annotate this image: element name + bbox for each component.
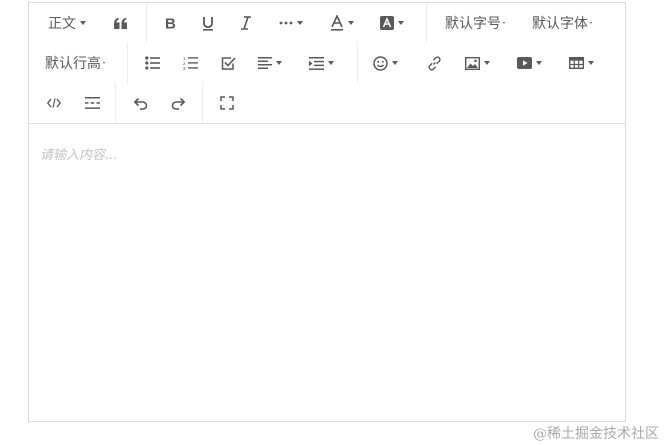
bold-icon: B bbox=[165, 16, 176, 30]
underline-button[interactable] bbox=[191, 3, 225, 43]
background-color-icon bbox=[380, 16, 394, 30]
insert-table-button[interactable] bbox=[561, 43, 601, 83]
editor-placeholder: 请输入内容... bbox=[40, 148, 118, 163]
checkbox-icon bbox=[221, 56, 236, 70]
editor-toolbar: 正文 B 默认字号 默认字体 默认行高 1 2 3 bbox=[29, 3, 625, 124]
fullscreen-button[interactable] bbox=[210, 83, 244, 123]
chevron-down-icon bbox=[587, 61, 594, 65]
numbered-list-icon: 1 2 3 bbox=[183, 56, 198, 70]
svg-text:B: B bbox=[165, 16, 176, 30]
chevron-down-icon bbox=[80, 21, 86, 25]
underline-icon bbox=[203, 16, 213, 31]
divider-button[interactable] bbox=[75, 83, 109, 123]
undo-icon bbox=[133, 97, 147, 110]
undo-button[interactable] bbox=[123, 83, 157, 123]
image-icon bbox=[464, 56, 480, 70]
toolbar-divider bbox=[115, 83, 116, 123]
horizontal-rule-icon bbox=[84, 97, 100, 109]
background-color-button[interactable] bbox=[372, 3, 412, 43]
toolbar-row-3 bbox=[29, 83, 625, 123]
insert-image-button[interactable] bbox=[457, 43, 497, 83]
line-height-label: 默认行高 bbox=[45, 56, 101, 72]
italic-button[interactable] bbox=[229, 3, 263, 43]
indent-icon bbox=[308, 56, 324, 70]
chevron-down-icon bbox=[483, 61, 490, 65]
more-icon bbox=[279, 21, 293, 25]
chevron-down-icon bbox=[590, 22, 592, 24]
page: 正文 B 默认字号 默认字体 默认行高 1 2 3 请输入内容... @稀土掘金… bbox=[0, 0, 665, 446]
indent-button[interactable] bbox=[301, 43, 341, 83]
align-left-icon bbox=[258, 57, 272, 69]
font-size-select[interactable]: 默认字号 bbox=[439, 3, 511, 43]
code-block-button[interactable] bbox=[37, 83, 71, 123]
font-size-label: 默认字号 bbox=[445, 16, 501, 32]
toolbar-divider bbox=[202, 83, 203, 123]
fullscreen-icon bbox=[220, 96, 234, 110]
toolbar-row-2: 默认行高 1 2 3 bbox=[29, 43, 625, 83]
numbered-list-button[interactable]: 1 2 3 bbox=[173, 43, 207, 83]
insert-video-button[interactable] bbox=[509, 43, 549, 83]
toolbar-divider bbox=[426, 3, 427, 43]
code-icon bbox=[47, 98, 61, 108]
redo-button[interactable] bbox=[161, 83, 195, 123]
chevron-down-icon bbox=[391, 61, 398, 65]
emoji-icon bbox=[372, 55, 388, 71]
font-color-icon bbox=[331, 15, 343, 31]
chevron-down-icon bbox=[276, 61, 282, 65]
chevron-down-icon bbox=[327, 61, 334, 65]
insert-link-button[interactable] bbox=[417, 43, 451, 83]
watermark: @稀土掘金技术社区 bbox=[533, 426, 659, 442]
font-family-select[interactable]: 默认字体 bbox=[526, 3, 598, 43]
blockquote-icon bbox=[113, 17, 127, 29]
heading-select-label: 正文 bbox=[48, 16, 76, 32]
chevron-down-icon bbox=[348, 21, 354, 25]
todo-list-button[interactable] bbox=[211, 43, 245, 83]
more-styles-button[interactable] bbox=[270, 3, 312, 43]
link-icon bbox=[427, 55, 441, 71]
redo-icon bbox=[171, 97, 185, 110]
bulleted-list-icon bbox=[144, 56, 160, 70]
chevron-down-icon bbox=[297, 21, 303, 25]
font-family-label: 默认字体 bbox=[532, 16, 588, 32]
font-color-button[interactable] bbox=[323, 3, 361, 43]
toolbar-divider bbox=[146, 3, 147, 43]
rich-text-editor: 正文 B 默认字号 默认字体 默认行高 1 2 3 请输入内容... bbox=[28, 2, 626, 422]
svg-text:3: 3 bbox=[183, 66, 186, 70]
italic-icon bbox=[241, 16, 251, 30]
video-icon bbox=[516, 57, 532, 69]
chevron-down-icon bbox=[535, 61, 542, 65]
chevron-down-icon bbox=[103, 62, 105, 64]
table-icon bbox=[568, 57, 584, 69]
bulleted-list-button[interactable] bbox=[135, 43, 169, 83]
toolbar-divider bbox=[357, 43, 358, 83]
justify-button[interactable] bbox=[251, 43, 289, 83]
bold-button[interactable]: B bbox=[153, 3, 187, 43]
editor-content-area[interactable]: 请输入内容... bbox=[29, 124, 625, 421]
toolbar-divider bbox=[127, 43, 128, 83]
toolbar-row-1: 正文 B 默认字号 默认字体 bbox=[29, 3, 625, 43]
emoji-button[interactable] bbox=[365, 43, 405, 83]
chevron-down-icon bbox=[503, 22, 505, 24]
heading-select[interactable]: 正文 bbox=[37, 3, 97, 43]
chevron-down-icon bbox=[398, 21, 404, 25]
blockquote-button[interactable] bbox=[103, 3, 137, 43]
line-height-select[interactable]: 默认行高 bbox=[39, 43, 111, 83]
